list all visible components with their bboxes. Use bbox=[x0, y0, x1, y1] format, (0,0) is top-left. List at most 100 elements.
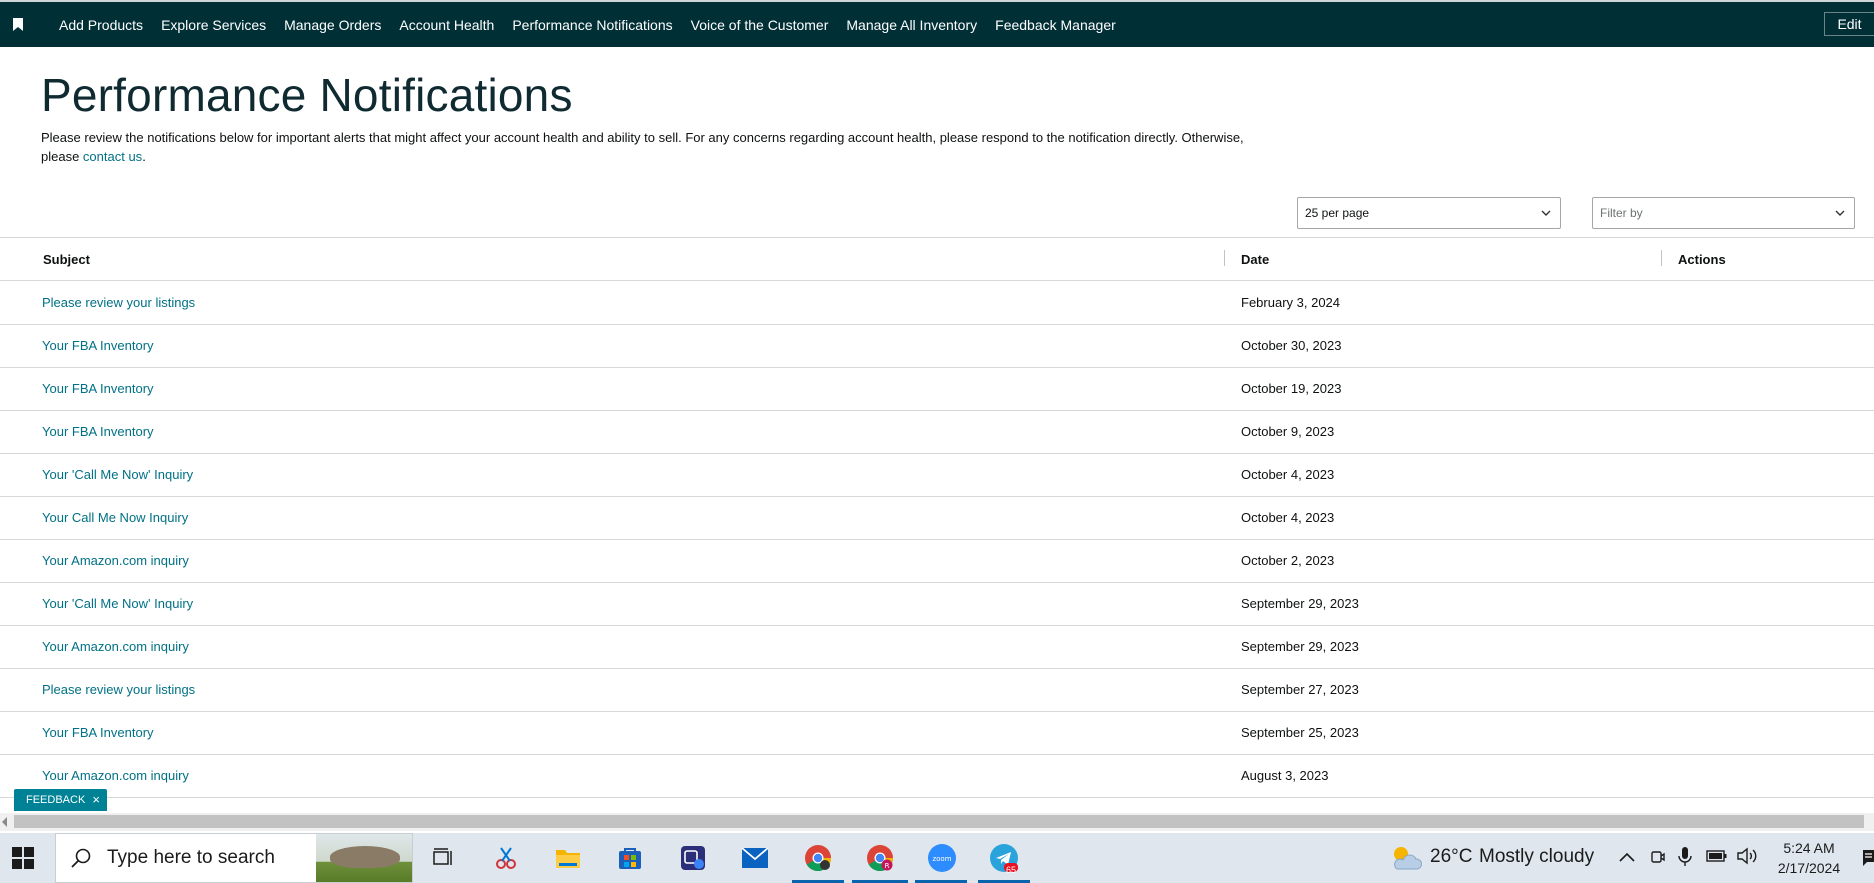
chrome-profile-icon[interactable]: R bbox=[864, 842, 896, 874]
notification-date: September 29, 2023 bbox=[1241, 639, 1359, 654]
weather-temperature[interactable]: 26°C bbox=[1430, 846, 1472, 868]
notifications-icon[interactable] bbox=[1862, 848, 1874, 868]
per-page-select[interactable]: 25 per page bbox=[1297, 197, 1561, 229]
notification-subject-link[interactable]: Your Call Me Now Inquiry bbox=[42, 510, 188, 525]
page-title: Performance Notifications bbox=[41, 69, 573, 121]
clock-time: 5:24 AM bbox=[1783, 840, 1835, 856]
notification-subject-link[interactable]: Your 'Call Me Now' Inquiry bbox=[42, 596, 193, 611]
teams-icon[interactable] bbox=[677, 842, 709, 874]
table-row: Your 'Call Me Now' Inquiry September 29, … bbox=[0, 583, 1874, 626]
table-row: Your FBA Inventory September 25, 2023 bbox=[0, 712, 1874, 755]
scroll-left-arrow-icon[interactable] bbox=[2, 817, 7, 827]
weather-cloud-icon[interactable] bbox=[1389, 843, 1423, 873]
volume-icon[interactable] bbox=[1736, 847, 1758, 865]
notification-subject-link[interactable]: Your Amazon.com inquiry bbox=[42, 639, 189, 654]
search-highlight-image bbox=[316, 834, 412, 882]
column-divider[interactable] bbox=[1224, 250, 1225, 266]
filter-by-select[interactable]: Filter by bbox=[1592, 197, 1855, 229]
chrome-icon[interactable] bbox=[802, 842, 834, 874]
table-row: Your Call Me Now Inquiry October 4, 2023 bbox=[0, 497, 1874, 540]
microsoft-store-icon[interactable] bbox=[614, 842, 646, 874]
top-nav-bar: Add Products Explore Services Manage Ord… bbox=[0, 2, 1874, 47]
notification-date: September 25, 2023 bbox=[1241, 725, 1359, 740]
snipping-tool-icon[interactable] bbox=[490, 842, 522, 874]
table-row: Please review your listings September 27,… bbox=[0, 669, 1874, 712]
notification-subject-link[interactable]: Please review your listings bbox=[42, 682, 195, 697]
clock-date: 2/17/2024 bbox=[1777, 860, 1841, 876]
table-row: Your FBA Inventory October 19, 2023 bbox=[0, 368, 1874, 411]
weather-condition[interactable]: Mostly cloudy bbox=[1479, 846, 1594, 868]
notification-date: October 9, 2023 bbox=[1241, 424, 1335, 439]
notification-subject-link[interactable]: Your Amazon.com inquiry bbox=[42, 553, 189, 568]
nav-explore-services[interactable]: Explore Services bbox=[161, 17, 266, 33]
notification-subject-link[interactable]: Your Amazon.com inquiry bbox=[42, 768, 189, 783]
svg-text:zoom: zoom bbox=[932, 855, 951, 863]
feedback-tab[interactable]: FEEDBACK × bbox=[14, 789, 107, 811]
column-header-subject[interactable]: Subject bbox=[43, 252, 90, 267]
chevron-down-icon bbox=[1541, 210, 1551, 216]
svg-text:R: R bbox=[885, 862, 890, 870]
nav-account-health[interactable]: Account Health bbox=[399, 17, 494, 33]
horizontal-scrollbar[interactable] bbox=[0, 813, 1874, 831]
mail-icon[interactable] bbox=[739, 842, 771, 874]
table-row: Your Amazon.com inquiry September 29, 202… bbox=[0, 626, 1874, 669]
table-row: Your Amazon.com inquiry October 2, 2023 bbox=[0, 540, 1874, 583]
contact-us-link[interactable]: contact us bbox=[83, 149, 142, 164]
zoom-icon[interactable]: zoom bbox=[926, 842, 958, 874]
search-icon bbox=[71, 848, 91, 868]
notification-subject-link[interactable]: Your FBA Inventory bbox=[42, 725, 154, 740]
meet-now-icon[interactable] bbox=[1650, 848, 1666, 866]
file-explorer-icon[interactable] bbox=[552, 842, 584, 874]
column-header-date[interactable]: Date bbox=[1241, 252, 1269, 267]
intro-text: Please review the notifications below fo… bbox=[41, 128, 1271, 166]
table-row: Please review your listings February 3, 2… bbox=[0, 282, 1874, 325]
column-header-actions: Actions bbox=[1678, 252, 1726, 267]
filter-placeholder: Filter by bbox=[1600, 206, 1643, 220]
nav-manage-orders[interactable]: Manage Orders bbox=[284, 17, 381, 33]
notification-subject-link[interactable]: Your FBA Inventory bbox=[42, 424, 154, 439]
notification-date: October 30, 2023 bbox=[1241, 338, 1342, 353]
notification-date: October 4, 2023 bbox=[1241, 467, 1335, 482]
scrollbar-thumb[interactable] bbox=[14, 815, 1864, 828]
windows-taskbar: Type here to search R zoom 65 26°C Mostl… bbox=[0, 833, 1874, 883]
table-header: Subject Date Actions bbox=[0, 238, 1874, 281]
nav-add-products[interactable]: Add Products bbox=[59, 17, 143, 33]
task-view-icon[interactable] bbox=[427, 842, 459, 874]
notification-date: October 2, 2023 bbox=[1241, 553, 1335, 568]
nav-manage-all-inventory[interactable]: Manage All Inventory bbox=[846, 17, 977, 33]
per-page-value: 25 per page bbox=[1305, 206, 1370, 220]
intro-body: Please review the notifications below fo… bbox=[41, 130, 1244, 164]
system-clock[interactable]: 5:24 AM 2/17/2024 bbox=[1769, 838, 1849, 878]
bookmark-icon[interactable] bbox=[13, 18, 23, 31]
table-row: Your Amazon.com inquiry August 3, 2023 bbox=[0, 755, 1874, 798]
microphone-icon[interactable] bbox=[1678, 846, 1692, 868]
notification-subject-link[interactable]: Please review your listings bbox=[42, 295, 195, 310]
table-row: Your 'Call Me Now' Inquiry October 4, 202… bbox=[0, 454, 1874, 497]
battery-icon[interactable] bbox=[1706, 849, 1728, 863]
table-row: Your FBA Inventory October 30, 2023 bbox=[0, 325, 1874, 368]
windows-start-icon[interactable] bbox=[12, 847, 34, 869]
chevron-up-icon[interactable] bbox=[1619, 852, 1635, 862]
notification-subject-link[interactable]: Your FBA Inventory bbox=[42, 381, 154, 396]
column-divider[interactable] bbox=[1661, 250, 1662, 266]
close-icon[interactable]: × bbox=[92, 792, 100, 807]
notification-date: August 3, 2023 bbox=[1241, 768, 1329, 783]
nav-voice-of-the-customer[interactable]: Voice of the Customer bbox=[691, 17, 829, 33]
notification-date: September 27, 2023 bbox=[1241, 682, 1359, 697]
notification-subject-link[interactable]: Your FBA Inventory bbox=[42, 338, 154, 353]
notification-date: October 4, 2023 bbox=[1241, 510, 1335, 525]
notification-date: October 19, 2023 bbox=[1241, 381, 1342, 396]
notification-date: September 29, 2023 bbox=[1241, 596, 1359, 611]
feedback-label: FEEDBACK bbox=[26, 794, 86, 806]
notification-date: February 3, 2024 bbox=[1241, 295, 1341, 310]
chevron-down-icon bbox=[1835, 210, 1845, 216]
intro-end: . bbox=[142, 149, 146, 164]
notification-subject-link[interactable]: Your 'Call Me Now' Inquiry bbox=[42, 467, 193, 482]
notifications-list: Please review your listings February 3, 2… bbox=[0, 282, 1874, 798]
nav-performance-notifications[interactable]: Performance Notifications bbox=[512, 17, 672, 33]
table-row: Your FBA Inventory October 9, 2023 bbox=[0, 411, 1874, 454]
taskbar-search-box[interactable]: Type here to search bbox=[55, 833, 413, 883]
edit-nav-button[interactable]: Edit bbox=[1824, 12, 1874, 36]
search-placeholder: Type here to search bbox=[107, 847, 275, 868]
nav-feedback-manager[interactable]: Feedback Manager bbox=[995, 17, 1116, 33]
